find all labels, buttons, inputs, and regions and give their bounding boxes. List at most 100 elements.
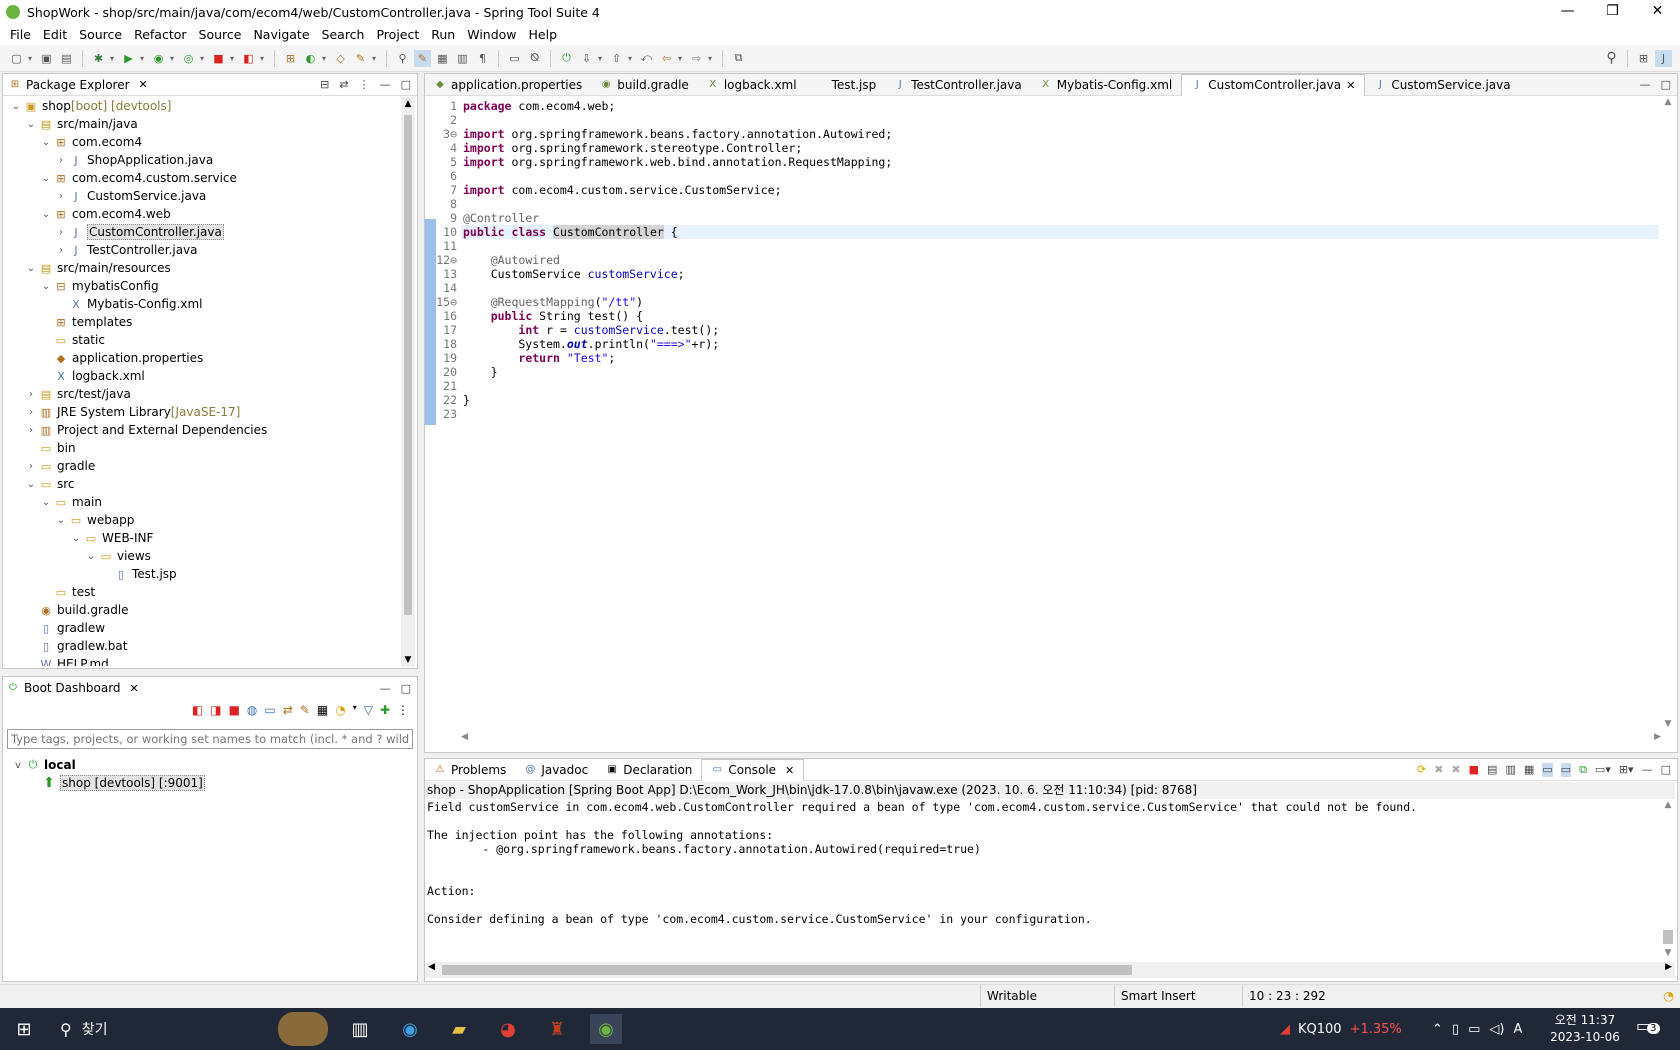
code-editor[interactable]: 1 package com.ecom4.web; 2 3⊖ import org.spr…	[425, 97, 1659, 729]
terminal-icon[interactable]: ▭	[506, 50, 523, 67]
maximize-view-icon[interactable]: □	[401, 78, 411, 91]
tree-item[interactable]: ⌄ ▭ webapp	[3, 511, 417, 529]
link-icon[interactable]: ⇄	[283, 703, 293, 717]
tree-item[interactable]: ◉ build.gradle	[3, 601, 417, 619]
menu-window[interactable]: Window	[461, 27, 522, 42]
maximize-view-icon[interactable]: □	[401, 682, 411, 695]
new-class-icon[interactable]: ◐	[302, 50, 319, 67]
tree-item[interactable]: ▯ gradlew	[3, 619, 417, 637]
clear-console-icon[interactable]: ▤	[1487, 763, 1497, 777]
tab-declaration[interactable]: ▣ Declaration	[597, 759, 701, 781]
minimize-view-icon[interactable]: —	[1640, 78, 1651, 91]
editor-tab[interactable]: J TestController.java	[885, 74, 1031, 96]
maximize-view-icon[interactable]: □	[1661, 763, 1671, 777]
editor-hscrollbar[interactable]: ◀ ▶	[461, 732, 1661, 746]
tree-item[interactable]: › ▭ gradle	[3, 457, 417, 475]
word-wrap-icon[interactable]: ▦	[1524, 763, 1534, 777]
close-window-button[interactable]: ✕	[1635, 0, 1680, 24]
minimize-view-icon[interactable]: —	[1642, 763, 1653, 777]
view-menu-icon[interactable]: ⋮	[397, 703, 409, 717]
save-icon[interactable]: ▣	[38, 50, 55, 67]
tab-boot-dashboard[interactable]: ⏻ Boot Dashboard ✕	[3, 677, 148, 699]
maximize-view-icon[interactable]: □	[1661, 78, 1671, 91]
close-tab-icon[interactable]: ✕	[139, 78, 148, 91]
add-icon[interactable]: ✚	[380, 703, 390, 717]
code-line[interactable]: CustomService customService;	[463, 267, 685, 281]
tree-item[interactable]: ⌄ ▤ src/main/resources	[3, 259, 417, 277]
tree-item[interactable]: X Mybatis-Config.xml	[3, 295, 417, 313]
chevron-up-icon[interactable]: ⌃	[1432, 1022, 1443, 1037]
file-explorer-icon[interactable]: ▰	[443, 1014, 475, 1044]
console-hscrollbar[interactable]: ◀ ▶	[425, 962, 1675, 978]
restore-button[interactable]: ❐	[1590, 0, 1635, 24]
menu-navigate[interactable]: Navigate	[247, 27, 315, 42]
terminate-icon[interactable]: ✖	[1434, 763, 1443, 777]
open-console-icon[interactable]: ▭	[264, 703, 275, 717]
chevron-down-icon[interactable]: ⌄	[39, 173, 53, 184]
tree-item[interactable]: ⌄ ▭ WEB-INF	[3, 529, 417, 547]
filter-icon[interactable]: ▽	[364, 703, 373, 717]
tree-scrollbar[interactable]: ▲ ▼	[401, 97, 415, 667]
minimize-button[interactable]: —	[1545, 0, 1590, 24]
local-node[interactable]: v ⏻ local	[11, 756, 76, 774]
external-tools-icon[interactable]: ◎	[180, 50, 197, 67]
device-icon[interactable]: ▯	[1452, 1022, 1459, 1037]
tree-item[interactable]: › ▥ JRE System Library [JavaSE-17]	[3, 403, 417, 421]
tab-console[interactable]: ▭ Console ✕	[701, 758, 805, 781]
display-console-icon[interactable]: ▭▾	[1595, 763, 1611, 777]
show-on-stderr-icon[interactable]: ▭	[1560, 762, 1572, 777]
tree-item[interactable]: ▭ test	[3, 583, 417, 601]
prev-annotation-icon[interactable]: ⇧	[608, 50, 625, 67]
chevron-down-icon[interactable]: ⌄	[84, 551, 98, 562]
relaunch-icon[interactable]: ◧	[240, 50, 257, 67]
editor-tab[interactable]: J CustomService.java	[1365, 74, 1519, 96]
stop-icon[interactable]: ■	[210, 50, 227, 67]
java-perspective-icon[interactable]: J	[1655, 49, 1672, 67]
code-line[interactable]: @Controller	[463, 211, 539, 225]
chevron-down-icon[interactable]: ⌄	[24, 119, 38, 130]
editor-tab[interactable]: Test.jsp	[806, 74, 886, 96]
relaunch-icon[interactable]: ⟳	[1417, 763, 1426, 777]
scroll-lock-icon[interactable]: ▥	[1505, 763, 1515, 777]
properties-icon[interactable]: ▦	[317, 703, 328, 717]
menu-help[interactable]: Help	[523, 27, 564, 42]
block-selection-icon[interactable]: ▦	[434, 50, 451, 67]
debug-icon[interactable]: ✱	[90, 50, 107, 67]
tree-item[interactable]: ▯ Test.jsp	[3, 565, 417, 583]
restart-icon[interactable]: ◧	[192, 703, 203, 717]
tree-item[interactable]: ⌄ ⊞ com.ecom4.web	[3, 205, 417, 223]
chevron-down-icon[interactable]: ⌄	[69, 533, 83, 544]
code-line[interactable]: import org.springframework.stereotype.Co…	[463, 141, 802, 155]
last-edit-icon[interactable]: ⤺	[638, 50, 655, 67]
chevron-down-icon[interactable]: ⌄	[39, 137, 53, 148]
menu-project[interactable]: Project	[370, 27, 425, 42]
menu-search[interactable]: Search	[316, 27, 371, 42]
minimize-view-icon[interactable]: —	[380, 78, 391, 91]
chevron-right-icon[interactable]: ›	[54, 245, 68, 256]
tab-javadoc[interactable]: @ Javadoc	[515, 759, 597, 781]
chevron-right-icon[interactable]: ›	[24, 407, 38, 418]
app-node[interactable]: ⬆ shop [devtools] [:9001]	[41, 774, 205, 792]
run-icon[interactable]: ▶	[120, 50, 137, 67]
code-line[interactable]: public String test() {	[463, 309, 643, 323]
tip-lightbulb-icon[interactable]: ◔	[1663, 988, 1674, 1003]
tree-item[interactable]: ⌄ ▭ views	[3, 547, 417, 565]
tree-item[interactable]: ⌄ ▭ main	[3, 493, 417, 511]
open-console-icon[interactable]: ⊞▾	[1619, 763, 1634, 777]
tree-item[interactable]: ⌄ ▣ shop [boot] [devtools]	[3, 97, 417, 115]
chevron-down-icon[interactable]: ⌄	[9, 101, 23, 112]
code-line[interactable]: public class CustomController {	[463, 225, 678, 239]
tree-item[interactable]: › J TestController.java	[3, 241, 417, 259]
edit-icon[interactable]: ✎	[300, 703, 310, 717]
network-icon[interactable]: ▭	[1468, 1022, 1480, 1037]
game-app-icon[interactable]: ♜	[541, 1014, 573, 1044]
code-line[interactable]: }	[463, 365, 498, 379]
edge-icon[interactable]: ◉	[394, 1014, 426, 1044]
show-on-stdout-icon[interactable]: ▭	[1542, 762, 1553, 777]
view-menu-icon[interactable]: ⋮	[359, 78, 370, 91]
chevron-right-icon[interactable]: ›	[24, 389, 38, 400]
lightbulb-icon[interactable]: ◔	[335, 703, 345, 717]
word-wrap-icon[interactable]: ▥	[454, 50, 471, 67]
sts-taskbar-icon[interactable]: ◉	[590, 1014, 622, 1044]
chevron-down-icon[interactable]: ⌄	[39, 281, 53, 292]
